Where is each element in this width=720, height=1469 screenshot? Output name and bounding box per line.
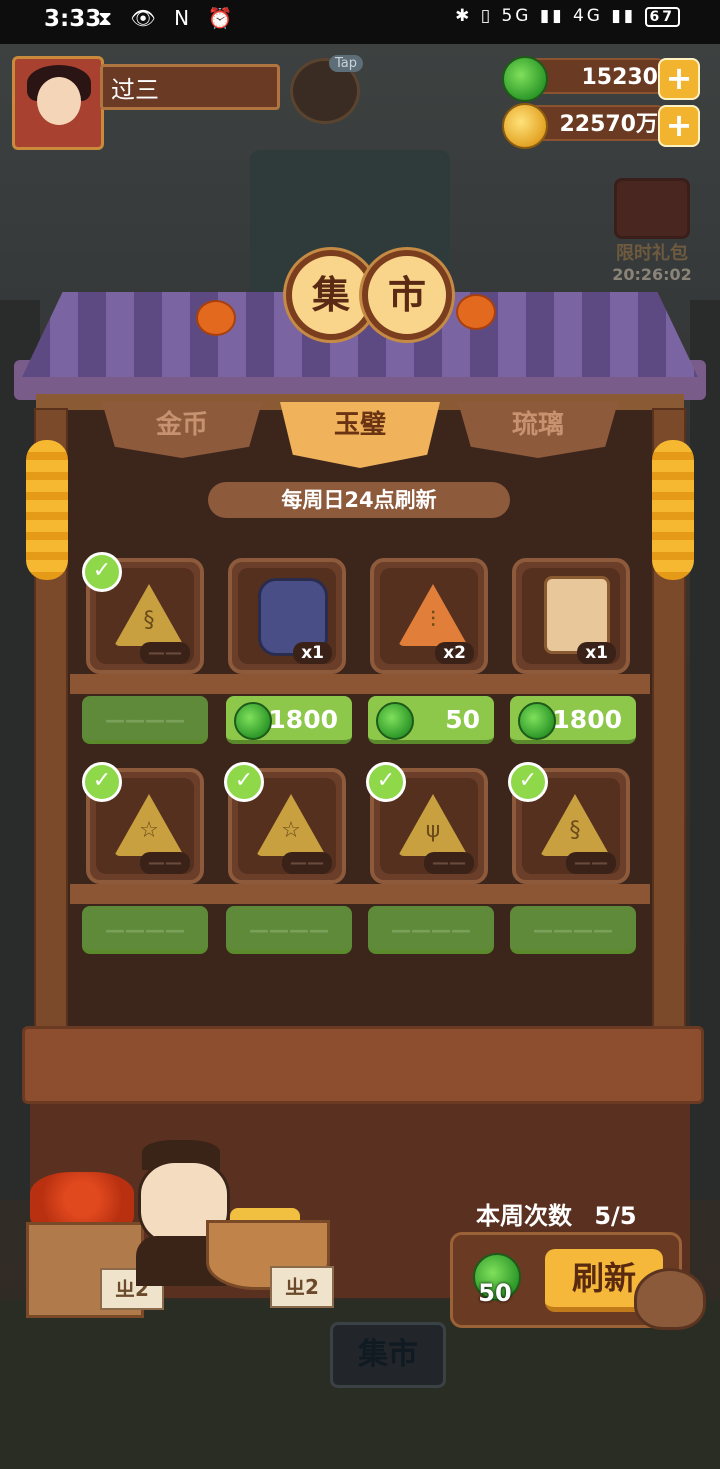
price-button-sold-out: ———— [368,906,494,954]
refresh-cost-value: 50 [478,1279,512,1307]
coin-amount: 22570万 [559,112,658,137]
item-quantity: —— [140,642,190,664]
market-title-char-2: 市 [362,250,452,340]
limited-gift-button[interactable]: 限时礼包 20:26:02 [608,178,696,284]
item-quantity: x1 [293,642,332,664]
jade-balance: 15230 + [502,56,700,102]
coin-icon [502,103,548,149]
item-quantity: —— [424,852,474,874]
price-button-sold-out: ———— [226,906,352,954]
purchased-check-icon: ✓ [82,762,122,802]
jade-icon [518,702,556,740]
coin-balance: 22570万 + [502,103,700,149]
price-button-sold-out: ———— [82,696,208,744]
player-avatar[interactable] [12,56,104,150]
item-quantity: —— [282,852,332,874]
purchased-check-icon: ✓ [366,762,406,802]
price-button[interactable]: 50 [368,696,494,744]
gift-label: 限时礼包 [616,243,688,264]
price-button-sold-out: ———— [82,906,208,954]
signal-icons: ✱ ▯ 5G ▮▮ 4G ▮▮ [455,6,637,26]
refresh-cost: 50 [467,1253,523,1309]
status-time: 3:33 [44,6,102,32]
jade-icon [234,702,272,740]
shelf-board [70,884,650,904]
weekly-count: 5/5 [594,1202,637,1230]
add-coin-button[interactable]: + [658,105,700,147]
shelf-board [70,674,650,694]
jade-icon [502,56,548,102]
gift-icon [614,178,690,239]
tomato-pile [30,1172,134,1226]
corn-decoration [26,440,68,580]
player-name: 过三 [100,64,280,110]
battery-icon: 67 [644,7,680,27]
purchased-check-icon: ✓ [224,762,264,802]
persimmon-decoration [456,294,496,330]
jade-amount: 15230 [581,65,658,90]
status-right-icons: ✱ ▯ 5G ▮▮ 4G ▮▮ 67 [455,6,680,27]
status-bar: 3:33 ⧗ 👁 N ⏰ ✱ ▯ 5G ▮▮ 4G ▮▮ 67 [0,0,720,44]
item-quantity: —— [566,852,616,874]
shop-item-slot[interactable]: ⫶ x2 [370,558,488,674]
weekly-refresh-count: 本周次数 5/5 [476,1196,637,1231]
corn-decoration [652,440,694,580]
price-value: 1800 [552,705,622,734]
item-quantity: —— [140,852,190,874]
avatar-face [37,77,81,125]
weekly-label: 本周次数 [476,1202,572,1230]
tap-label: Tap [329,55,364,72]
tap-character-button[interactable]: Tap [290,55,364,124]
add-jade-button[interactable]: + [658,58,700,100]
purchased-check-icon: ✓ [508,762,548,802]
pet-mascot [634,1268,706,1330]
jade-icon [376,702,414,740]
price-button[interactable]: 1800 [226,696,352,744]
shop-item-slot[interactable]: x1 [228,558,346,674]
price-tag: ㄓ2 [270,1266,334,1308]
price-value: 50 [445,705,480,734]
item-quantity: x2 [435,642,474,664]
refresh-schedule-note: 每周日24点刷新 [208,482,510,518]
gift-timer: 20:26:02 [612,265,692,284]
shop-item-slot[interactable]: x1 [512,558,630,674]
status-left-icons: ⧗ 👁 N ⏰ [98,6,239,30]
price-button[interactable]: 1800 [510,696,636,744]
purchased-check-icon: ✓ [82,552,122,592]
price-button-sold-out: ———— [510,906,636,954]
item-quantity: x1 [577,642,616,664]
persimmon-decoration [196,300,236,336]
stall-counter [22,1026,704,1104]
price-value: 1800 [268,705,338,734]
bottom-market-sign: 集市 [330,1322,446,1388]
